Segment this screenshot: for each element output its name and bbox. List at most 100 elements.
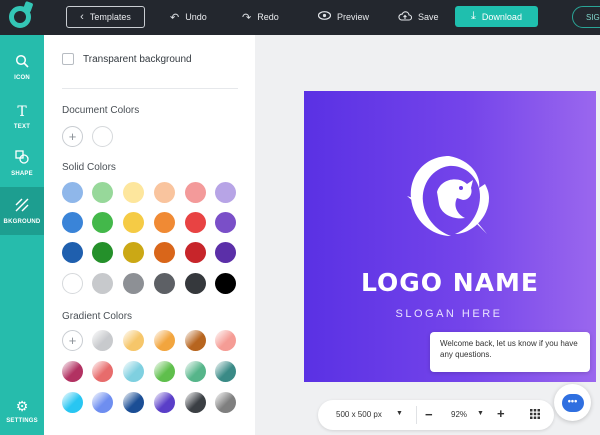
grid-toggle-button[interactable] [530,409,540,422]
gradient-color-swatch[interactable] [123,361,144,382]
solid-color-swatch[interactable] [215,182,236,203]
undo-label: Undo [185,12,207,22]
templates-button[interactable]: ‹ Templates [66,6,145,28]
redo-icon: ↷ [242,11,252,24]
solid-color-swatch[interactable] [215,242,236,263]
solid-color-swatch[interactable] [215,212,236,233]
app-logo[interactable] [0,0,40,35]
gear-icon: ⚙ [15,398,29,414]
sidebar-item-icon[interactable]: ICON [0,43,44,91]
sidebar-item-text[interactable]: T TEXT [0,93,44,141]
logo-name-text[interactable]: LOGO NAME [304,268,596,297]
caret-down-icon: ▼ [396,410,403,417]
gradient-color-swatch[interactable] [62,392,83,413]
sidebar-item-label: BKGROUND [3,218,41,225]
gradient-color-swatch[interactable] [185,330,206,351]
download-label: Download [481,11,522,22]
document-color-swatch[interactable] [92,126,113,147]
chat-launcher-button[interactable]: ••• [554,384,591,421]
solid-color-swatch[interactable] [62,212,83,233]
gradient-color-swatch[interactable] [123,392,144,413]
undo-icon: ↶ [170,11,180,24]
gradient-color-swatch[interactable] [154,330,175,351]
redo-button[interactable]: ↷ Redo [242,6,279,28]
solid-color-swatch[interactable] [92,273,113,294]
solid-color-swatch[interactable] [62,242,83,263]
zoom-out-button[interactable]: − [425,407,433,422]
eye-icon [317,11,332,23]
preview-button[interactable]: Preview [317,6,369,28]
solid-color-swatch[interactable] [185,212,206,233]
save-label: Save [418,12,439,22]
solid-color-swatch[interactable] [62,182,83,203]
solid-color-swatch[interactable] [154,182,175,203]
cloud-upload-icon [398,10,413,24]
gradient-color-swatch[interactable] [185,361,206,382]
solid-color-swatch[interactable] [185,273,206,294]
panel-divider [62,88,238,89]
chat-welcome-message: Welcome back, let us know if you have an… [430,332,590,372]
gradient-color-swatch[interactable] [62,361,83,382]
solid-color-swatch[interactable] [123,242,144,263]
download-button[interactable]: ⤓ Download [455,6,538,27]
solid-color-swatch[interactable] [123,273,144,294]
gradient-color-swatch[interactable] [154,392,175,413]
sidebar-item-shape[interactable]: SHAPE [0,139,44,187]
add-gradient-color-button[interactable]: + [62,330,83,351]
solid-color-swatch[interactable] [185,182,206,203]
gradient-color-swatch[interactable] [92,361,113,382]
solid-color-swatch[interactable] [154,273,175,294]
dragon-logo-icon[interactable] [401,148,497,244]
canvas-controls-bar: 500 x 500 px ▼ − 92% ▼ + [318,400,554,430]
caret-down-icon: ▼ [477,410,484,417]
transparent-background-label: Transparent background [83,53,192,65]
solid-colors-title: Solid Colors [62,162,116,173]
gradient-color-swatch[interactable] [123,330,144,351]
solid-color-swatch[interactable] [92,182,113,203]
gradient-color-swatch[interactable] [154,361,175,382]
sidebar-item-label: SETTINGS [6,418,38,424]
sidebar-item-label: SHAPE [11,170,33,177]
solid-color-swatch[interactable] [154,242,175,263]
gradient-color-swatch[interactable] [215,330,236,351]
text-icon: T [17,104,27,120]
gradient-color-swatch[interactable] [185,392,206,413]
background-icon [15,198,29,215]
templates-label: Templates [89,12,131,22]
zoom-in-button[interactable]: + [497,406,505,421]
solid-color-swatch[interactable] [123,212,144,233]
sidebar-item-settings[interactable]: ⚙ SETTINGS [0,387,44,435]
solid-color-swatch[interactable] [92,242,113,263]
gradient-color-swatch[interactable] [215,392,236,413]
gradient-color-swatch[interactable] [215,361,236,382]
zoom-level-dropdown[interactable]: 92% [451,410,467,419]
search-icon [15,54,29,71]
solid-color-swatch[interactable] [154,212,175,233]
solid-color-swatch[interactable] [92,212,113,233]
sign-in-button[interactable]: SIG [572,6,600,28]
sidebar-item-label: TEXT [13,124,31,130]
slogan-text[interactable]: SLOGAN HERE [364,308,534,320]
save-button[interactable]: Save [398,6,439,28]
solid-color-swatch[interactable] [123,182,144,203]
add-document-color-button[interactable]: + [62,126,83,147]
grid-icon [530,409,540,419]
document-colors-title: Document Colors [62,105,140,116]
bar-divider [416,406,417,424]
solid-color-swatch[interactable] [185,242,206,263]
solid-color-swatch[interactable] [62,273,83,294]
redo-label: Redo [257,12,279,22]
chat-icon: ••• [561,393,584,412]
sidebar-item-background[interactable]: BKGROUND [0,187,44,235]
canvas-size-dropdown[interactable]: 500 x 500 px [336,410,382,419]
shapes-icon [15,149,29,167]
gradient-color-swatch[interactable] [92,392,113,413]
sidebar-item-label: ICON [14,74,30,81]
undo-button[interactable]: ↶ Undo [170,6,207,28]
transparent-background-option[interactable]: Transparent background [62,53,192,65]
transparent-background-checkbox[interactable] [62,53,74,65]
gradient-color-swatch[interactable] [92,330,113,351]
solid-color-swatch[interactable] [215,273,236,294]
chevron-left-icon: ‹ [80,11,84,23]
top-toolbar: ‹ Templates ↶ Undo ↷ Redo Preview Save ⤓… [0,0,600,35]
